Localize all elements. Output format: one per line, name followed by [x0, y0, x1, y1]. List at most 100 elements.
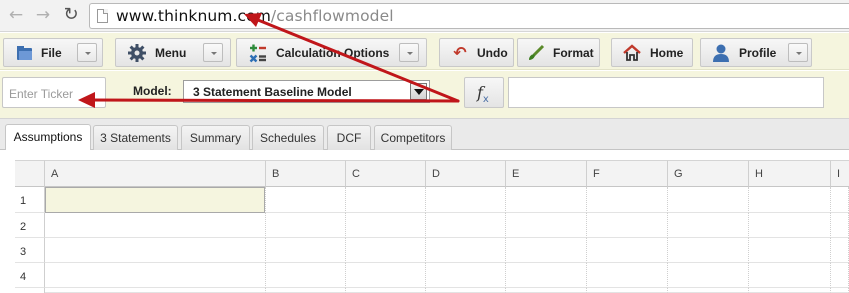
menu-dropdown-button[interactable]	[203, 43, 223, 62]
undo-icon: ↶	[453, 43, 467, 62]
column-header-i[interactable]: I	[831, 160, 849, 187]
calculation-options-button[interactable]: Calculation Options	[236, 38, 427, 67]
tab-summary[interactable]: Summary	[181, 125, 250, 150]
grid-cell[interactable]	[587, 288, 668, 293]
grid-cell[interactable]	[587, 213, 668, 238]
ticker-input[interactable]: Enter Ticker	[2, 77, 106, 108]
grid-cell[interactable]	[749, 263, 831, 288]
grid-cell[interactable]	[587, 263, 668, 288]
undo-label: Undo	[477, 46, 508, 60]
model-select-value: 3 Statement Baseline Model	[193, 85, 352, 99]
grid-cell[interactable]	[346, 187, 426, 213]
grid-cell[interactable]	[346, 288, 426, 293]
column-header-g[interactable]: G	[668, 160, 749, 187]
grid-cell[interactable]	[668, 288, 749, 293]
column-header-e[interactable]: E	[506, 160, 587, 187]
grid-cell[interactable]	[506, 213, 587, 238]
url-path: /cashflowmodel	[270, 7, 394, 25]
profile-button[interactable]: Profile	[700, 38, 812, 67]
grid-cell[interactable]	[346, 213, 426, 238]
row-header-5[interactable]	[15, 288, 45, 293]
reload-icon[interactable]: ↻	[61, 5, 81, 25]
file-button[interactable]: File	[3, 38, 103, 67]
model-row: Enter Ticker Model: 3 Statement Baseline…	[0, 71, 849, 118]
row-header-2[interactable]: 2	[15, 213, 45, 238]
page-icon	[97, 9, 108, 23]
grid-cell[interactable]	[426, 238, 506, 263]
tab-3-statements[interactable]: 3 Statements	[93, 125, 178, 150]
grid-cell[interactable]	[831, 187, 849, 213]
grid-cell[interactable]	[831, 288, 849, 293]
browser-address-bar: ← → ↻ www.thinknum.com/cashflowmodel	[0, 0, 849, 32]
grid-cell[interactable]	[668, 238, 749, 263]
grid-cell[interactable]	[587, 187, 668, 213]
file-dropdown-button[interactable]	[77, 43, 97, 62]
paintbrush-icon	[526, 43, 546, 63]
grid-cell[interactable]	[831, 263, 849, 288]
tab-competitors[interactable]: Competitors	[374, 125, 452, 150]
column-header-a[interactable]: A	[45, 160, 266, 187]
selected-cell-a1[interactable]	[45, 187, 265, 213]
grid-cell[interactable]	[266, 238, 346, 263]
grid-cell[interactable]	[749, 288, 831, 293]
tab-assumptions[interactable]: Assumptions	[5, 124, 91, 151]
grid-cell[interactable]	[266, 288, 346, 293]
function-icon: fx	[477, 83, 489, 106]
forward-arrow-icon[interactable]: →	[33, 5, 53, 25]
grid-cell[interactable]	[45, 213, 266, 238]
profile-dropdown-button[interactable]	[788, 43, 808, 62]
format-button[interactable]: Format	[517, 38, 600, 67]
url-input[interactable]: www.thinknum.com/cashflowmodel	[89, 3, 849, 29]
grid-cell[interactable]	[45, 238, 266, 263]
sheet-tabs: Assumptions 3 Statements Summary Schedul…	[0, 118, 849, 151]
grid-cell[interactable]	[45, 263, 266, 288]
grid-cell[interactable]	[346, 263, 426, 288]
grid-cell[interactable]	[506, 238, 587, 263]
column-header-f[interactable]: F	[587, 160, 668, 187]
grid-cell[interactable]	[426, 263, 506, 288]
grid-cell[interactable]	[426, 288, 506, 293]
grid-cell[interactable]	[506, 187, 587, 213]
grid-cell[interactable]	[506, 263, 587, 288]
column-header-h[interactable]: H	[749, 160, 831, 187]
column-header-d[interactable]: D	[426, 160, 506, 187]
tab-dcf[interactable]: DCF	[327, 125, 371, 150]
grid-cell[interactable]	[749, 213, 831, 238]
grid-cell[interactable]	[426, 213, 506, 238]
function-button[interactable]: fx	[464, 77, 504, 108]
grid-corner[interactable]	[15, 160, 45, 187]
formula-input[interactable]	[508, 77, 824, 108]
grid-cell[interactable]	[749, 187, 831, 213]
grid-cell[interactable]	[266, 213, 346, 238]
chevron-down-icon[interactable]	[410, 83, 427, 100]
grid-cell[interactable]	[426, 187, 506, 213]
row-header-4[interactable]: 4	[15, 263, 45, 288]
grid-cell[interactable]	[45, 288, 266, 293]
grid-cell[interactable]	[831, 238, 849, 263]
tab-schedules[interactable]: Schedules	[252, 125, 324, 150]
home-button[interactable]: Home	[611, 38, 693, 67]
undo-button[interactable]: ↶ Undo	[439, 38, 514, 67]
url-text: www.thinknum.com/cashflowmodel	[116, 7, 394, 25]
back-arrow-icon[interactable]: ←	[6, 5, 26, 25]
calculation-dropdown-button[interactable]	[399, 43, 419, 62]
grid-cell[interactable]	[506, 288, 587, 293]
model-select[interactable]: 3 Statement Baseline Model	[183, 80, 430, 103]
row-header-1[interactable]: 1	[15, 187, 45, 213]
file-label: File	[41, 46, 62, 60]
grid-cell[interactable]	[587, 238, 668, 263]
grid-cell[interactable]	[831, 213, 849, 238]
column-header-b[interactable]: B	[266, 160, 346, 187]
grid-cell[interactable]	[668, 213, 749, 238]
grid-cell[interactable]	[668, 187, 749, 213]
grid-cell[interactable]	[749, 238, 831, 263]
grid-cell[interactable]	[266, 187, 346, 213]
menu-button[interactable]: Menu	[115, 38, 231, 67]
column-header-c[interactable]: C	[346, 160, 426, 187]
folder-icon	[15, 43, 35, 63]
grid-cell[interactable]	[266, 263, 346, 288]
grid-cell[interactable]	[346, 238, 426, 263]
row-header-3[interactable]: 3	[15, 238, 45, 263]
grid-cell[interactable]	[668, 263, 749, 288]
gear-icon	[127, 43, 147, 63]
